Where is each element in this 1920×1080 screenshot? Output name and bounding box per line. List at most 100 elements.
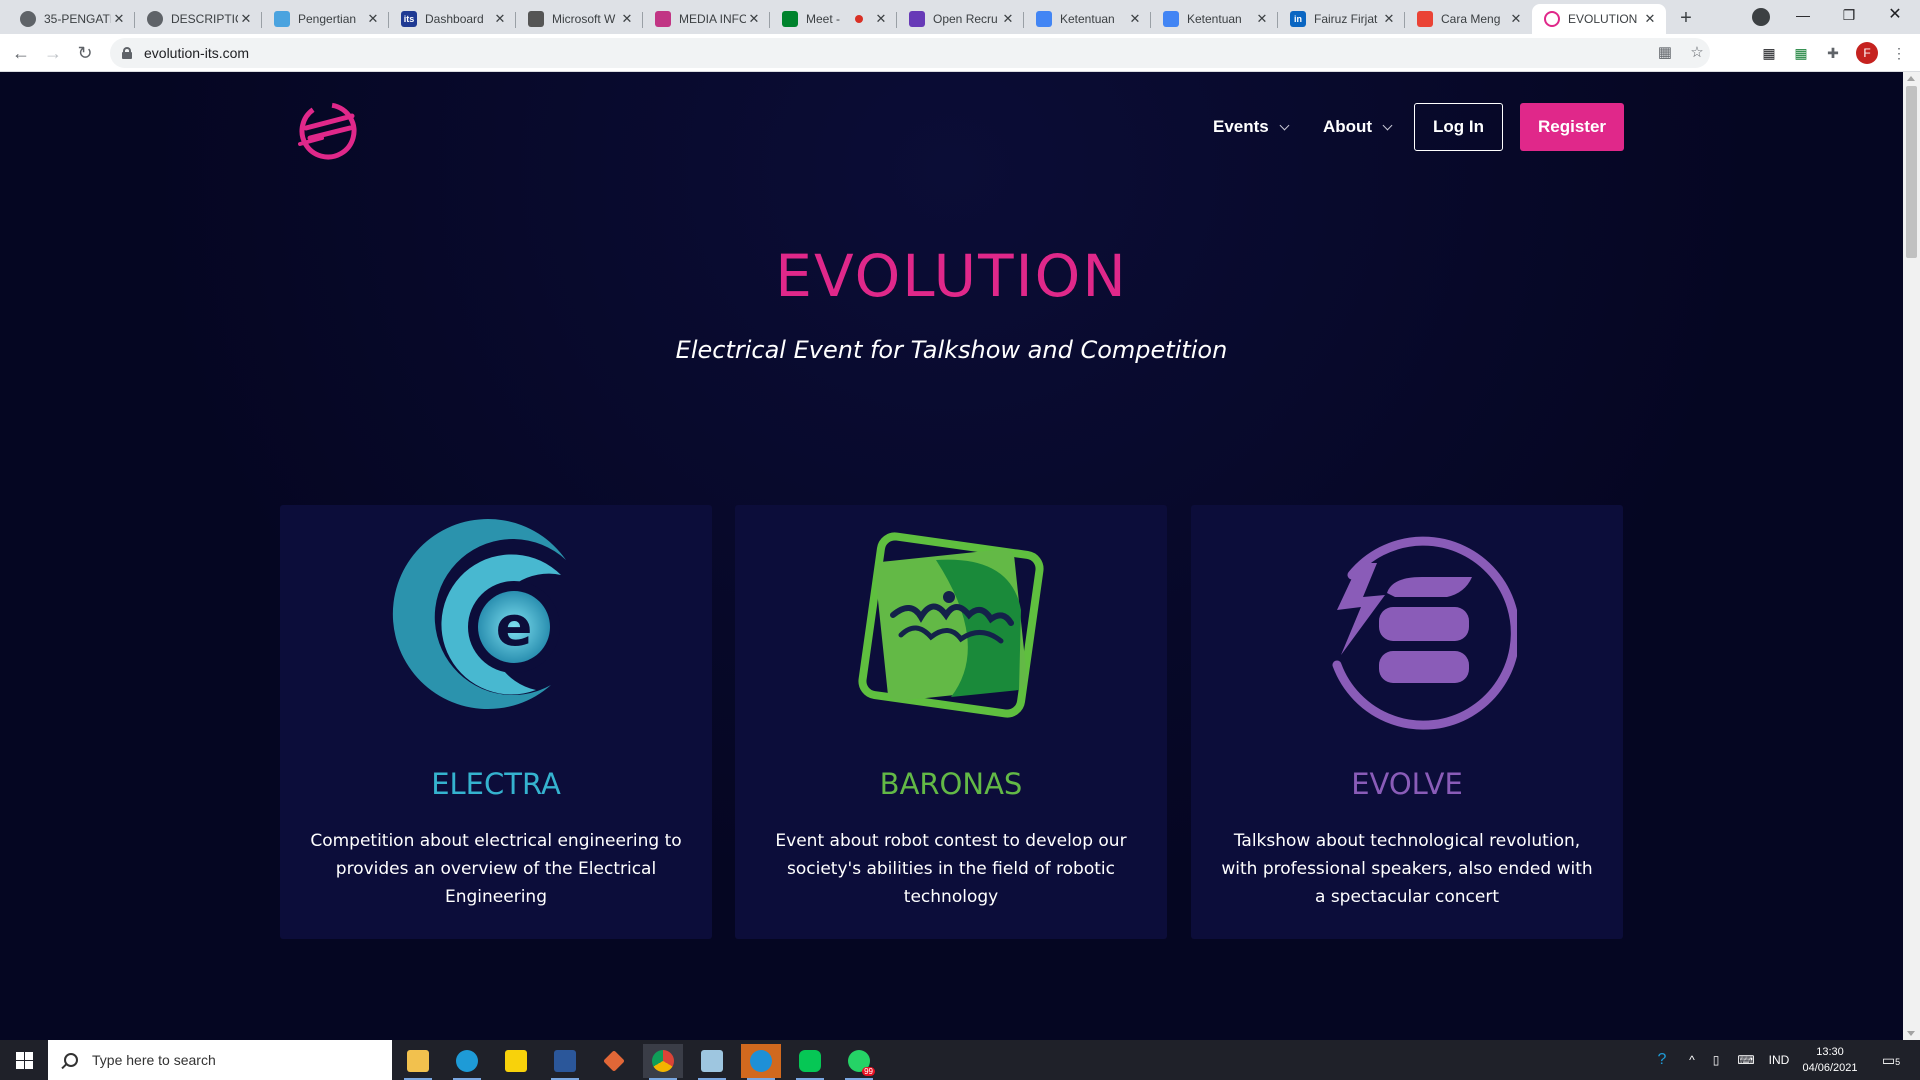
event-card-evolve[interactable]: EVOLVE Talkshow about technological revo… [1191,505,1623,939]
tab-search-icon[interactable] [1752,8,1770,26]
card-description: Event about robot contest to develop our… [775,831,1127,907]
login-button[interactable]: Log In [1414,103,1503,151]
whatsapp-icon[interactable]: 99 [839,1044,879,1080]
menu-kebab-icon[interactable]: ⋮ [1890,44,1908,62]
browser-tab[interactable]: Ketentuan ✕ [1151,4,1278,34]
scrollbar-thumb[interactable] [1906,86,1917,258]
sheets-extension-icon[interactable]: ▦ [1792,44,1810,62]
forms-icon [909,11,925,27]
chrome-icon[interactable] [643,1044,683,1080]
close-tab-icon[interactable]: ✕ [1508,11,1524,27]
close-tab-icon[interactable]: ✕ [1254,11,1270,27]
back-button[interactable]: ← [8,40,34,66]
browser-toolbar: ← → ↻ evolution-its.com ▦ ☆ ▦ ▦ ✚ F ⋮ [0,34,1920,72]
hp-support-icon[interactable] [741,1044,781,1080]
globe-icon [147,11,163,27]
nav-about[interactable]: About [1323,103,1393,151]
browser-tab[interactable]: in Fairuz Firjat ✕ [1278,4,1405,34]
clock[interactable]: 13:30 04/06/2021 [1790,1044,1870,1076]
show-hidden-icons-chevron-icon[interactable]: ^ [1682,1040,1702,1080]
taskbar-search-input[interactable]: Type here to search [48,1040,392,1080]
close-tab-icon[interactable]: ✕ [365,11,381,27]
browser-tab[interactable]: Open Recru ✕ [897,4,1024,34]
browser-tab[interactable]: Ketentuan ✕ [1024,4,1151,34]
bookmark-star-icon[interactable]: ☆ [1684,40,1710,66]
evolution-icon [1544,11,1560,27]
register-button[interactable]: Register [1520,103,1624,151]
card-description: Talkshow about technological revolution,… [1221,831,1593,907]
close-tab-icon[interactable]: ✕ [873,11,889,27]
search-icon [64,1053,78,1067]
minimize-button[interactable]: — [1780,0,1826,30]
close-tab-icon[interactable]: ✕ [492,11,508,27]
forward-button[interactable]: → [40,40,66,66]
browser-tab[interactable]: Meet - ✕ [770,4,897,34]
page-title: EVOLUTION [775,242,1128,310]
keyboard-icon[interactable]: ⌨ [1732,1040,1760,1080]
extensions-puzzle-icon[interactable]: ✚ [1824,44,1842,62]
meet-icon [782,11,798,27]
browser-tab[interactable]: Microsoft W ✕ [516,4,643,34]
help-icon[interactable]: ? [1650,1040,1674,1080]
restore-button[interactable]: ❐ [1826,0,1872,30]
close-tab-icon[interactable]: ✕ [1127,11,1143,27]
docs-icon [1163,11,1179,27]
linkedin-icon: in [1290,11,1306,27]
windows-start-icon[interactable] [0,1040,48,1080]
webpage: Events About Log In Register EVOLUTION E… [0,72,1903,1040]
electra-logo-icon: e [392,519,566,710]
close-tab-icon[interactable]: ✕ [111,11,127,27]
notepad-icon[interactable] [692,1044,732,1080]
baronas-logo-icon [858,532,1044,718]
browser-tab[interactable]: MEDIA INFO ✕ [643,4,770,34]
scroll-up-arrow-icon[interactable] [1907,76,1915,81]
browser-tab[interactable]: its Dashboard ✕ [389,4,516,34]
battery-icon[interactable]: ▯ [1706,1040,1726,1080]
matlab-icon[interactable] [594,1044,634,1078]
file-explorer-icon[interactable] [398,1044,438,1080]
address-bar[interactable]: evolution-its.com [110,38,1710,68]
recording-icon [855,15,863,23]
close-tab-icon[interactable]: ✕ [1000,11,1016,27]
browser-tab[interactable]: Cara Meng ✕ [1405,4,1532,34]
profile-avatar[interactable]: F [1856,42,1878,64]
scroll-down-arrow-icon[interactable] [1907,1031,1915,1036]
event-card-baronas[interactable]: BARONAS Event about robot contest to dev… [735,505,1167,939]
tools-icon [528,11,544,27]
browser-tab[interactable]: 35-PENGATI ✕ [8,4,135,34]
reload-button[interactable]: ↻ [72,40,98,66]
sticky-notes-icon[interactable] [496,1044,536,1078]
browser-tab[interactable]: DESCRIPTIO ✕ [135,4,262,34]
close-tab-icon[interactable]: ✕ [1381,11,1397,27]
word-icon[interactable] [545,1044,585,1080]
qr-code-icon[interactable]: ▦ [1652,40,1678,66]
close-tab-icon[interactable]: ✕ [619,11,635,27]
windows-taskbar: Type here to search 99 ? ^ ▯ ⌨ IND 13:30… [0,1040,1920,1080]
evolve-logo-icon [1332,536,1517,730]
action-center-icon[interactable]: ▭5 [1876,1040,1906,1080]
page-scrollbar[interactable] [1903,72,1920,1040]
card-title: ELECTRA [431,767,561,801]
evolution-logo-icon[interactable] [292,98,364,162]
extension-grid-icon[interactable]: ▦ [1760,44,1778,62]
browser-tab-active[interactable]: EVOLUTION ✕ [1532,4,1666,34]
event-card-electra[interactable]: e ELECTRA Competition about electrical e… [280,505,712,939]
close-tab-icon[interactable]: ✕ [238,11,254,27]
its-icon: its [401,11,417,27]
close-tab-icon[interactable]: ✕ [746,11,762,27]
browser-tab[interactable]: Pengertian ✕ [262,4,389,34]
edge-icon[interactable] [447,1044,487,1080]
card-title: EVOLVE [1351,767,1463,801]
card-description: Competition about electrical engineering… [310,831,682,907]
close-window-button[interactable]: ✕ [1872,0,1918,30]
gmail-icon [1417,11,1433,27]
new-tab-button[interactable]: + [1672,5,1700,31]
chevron-down-icon [1382,120,1393,130]
url-text[interactable]: evolution-its.com [144,45,249,61]
nav-events[interactable]: Events [1213,103,1290,151]
close-tab-icon[interactable]: ✕ [1642,11,1658,27]
line-icon[interactable] [790,1044,830,1080]
browser-tab-strip: 35-PENGATI ✕ DESCRIPTIO ✕ Pengertian ✕ i… [0,0,1920,34]
lock-icon[interactable] [122,47,132,59]
page-subtitle: Electrical Event for Talkshow and Compet… [675,336,1228,364]
